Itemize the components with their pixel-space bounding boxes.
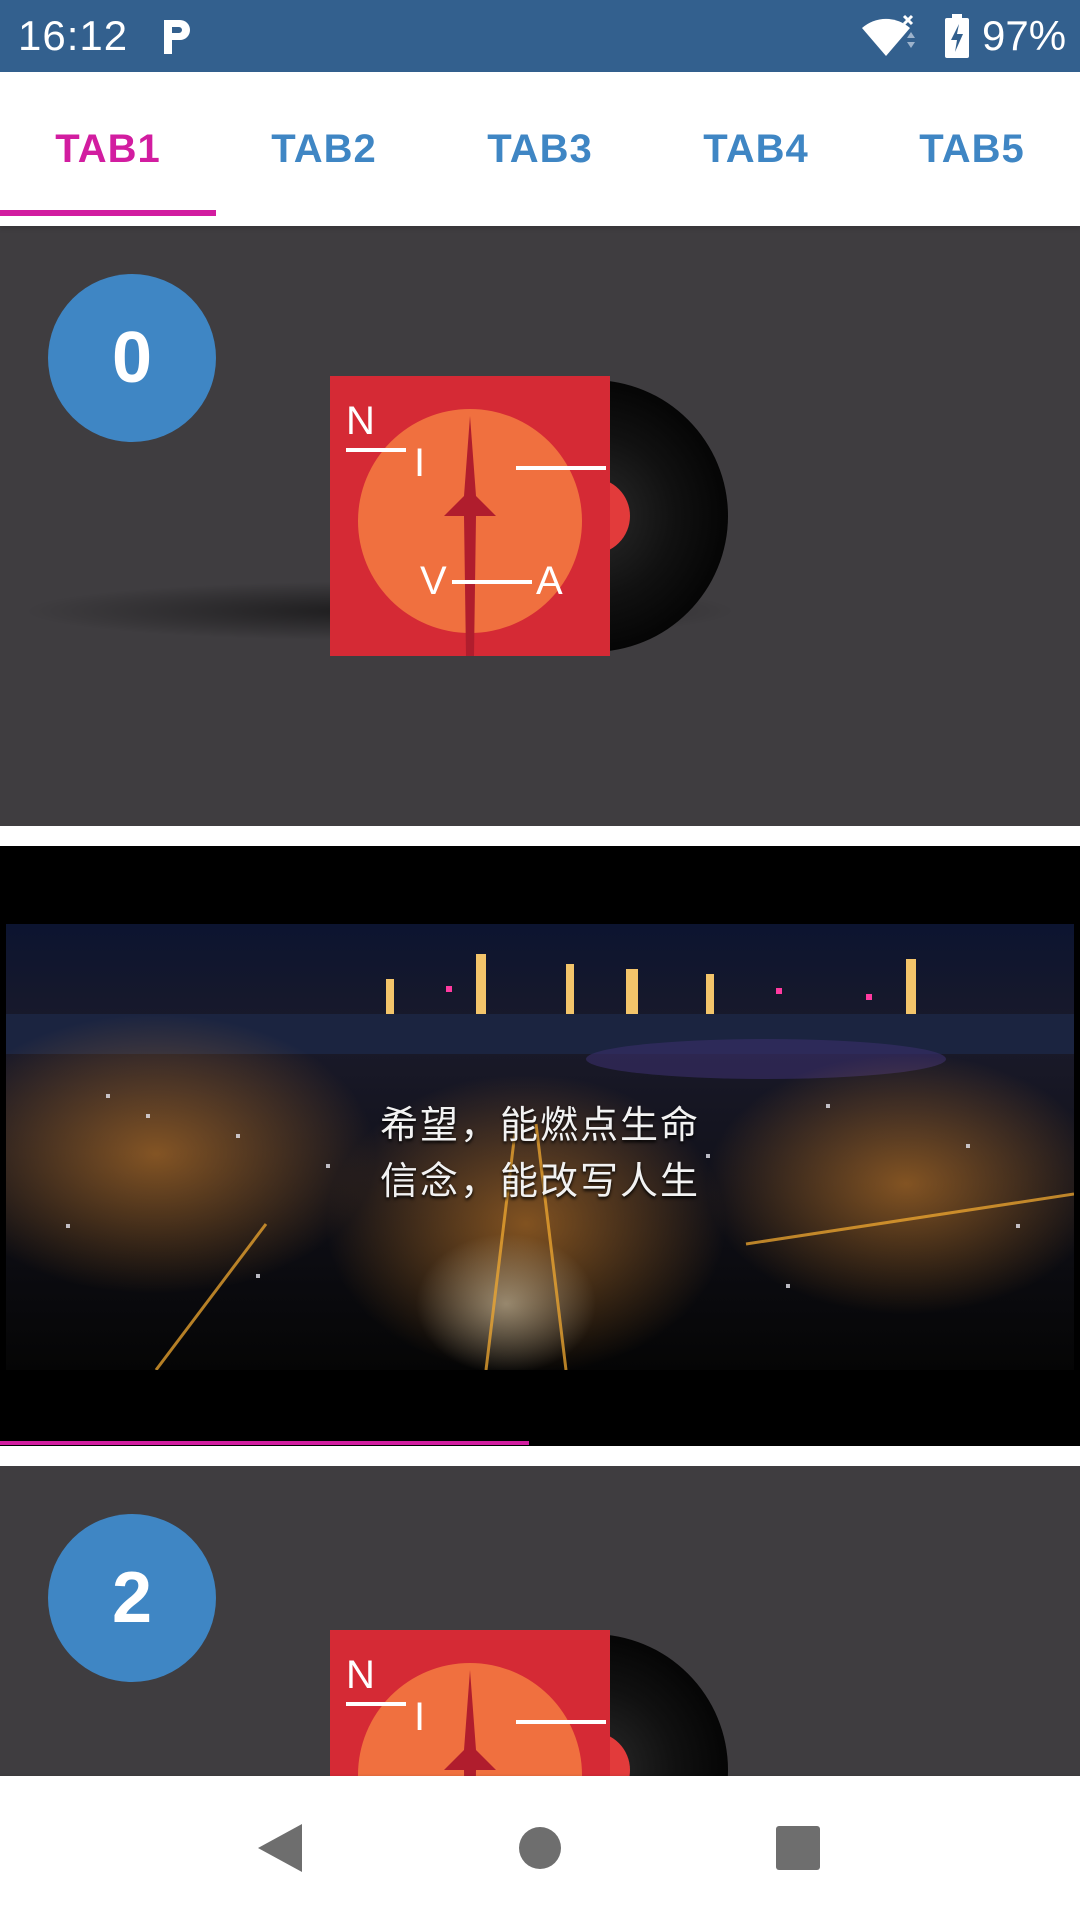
video-subtitle-line-1: 希望，能燃点生命 [379,1103,700,1147]
navigation-bar [0,1776,1080,1920]
battery-charging-icon [945,14,969,58]
wifi-icon [862,14,915,56]
album-letter-i: I [414,1695,425,1739]
album-letter-n: N [346,1653,375,1697]
album-cover-image: N I V A [330,376,728,656]
status-time: 16:12 [18,12,129,59]
feed-item-image[interactable]: N I V A 0 [0,226,1080,826]
battery-percent: 97% [982,12,1067,59]
album-letter-a: A [536,559,563,603]
tab-3[interactable]: TAB3 [432,72,648,226]
p-app-icon [164,20,190,54]
album-letter-v: V [420,559,447,603]
home-icon[interactable] [508,1816,572,1880]
video-progress-bar[interactable] [0,1441,1080,1445]
tab-indicator [0,210,216,216]
status-bar: 16:12 97% [0,0,1080,72]
tab-2[interactable]: TAB2 [216,72,432,226]
album-letter-n: N [346,399,375,443]
back-icon[interactable] [250,1816,314,1880]
video-subtitle-line-2: 信念，能改写人生 [379,1159,700,1203]
tab-5[interactable]: TAB5 [864,72,1080,226]
recents-icon[interactable] [766,1816,830,1880]
item-index-badge: 0 [48,274,216,442]
tab-4[interactable]: TAB4 [648,72,864,226]
feed-item-image[interactable]: N I 2 [0,1466,1080,1776]
album-letter-i: I [414,441,425,485]
tab-1[interactable]: TAB1 [0,72,216,226]
tab-bar: TAB1 TAB2 TAB3 TAB4 TAB5 [0,72,1080,226]
album-cover-image: N I [330,1630,728,1776]
video-progress-played [0,1441,530,1445]
item-index-badge: 2 [48,1514,216,1682]
